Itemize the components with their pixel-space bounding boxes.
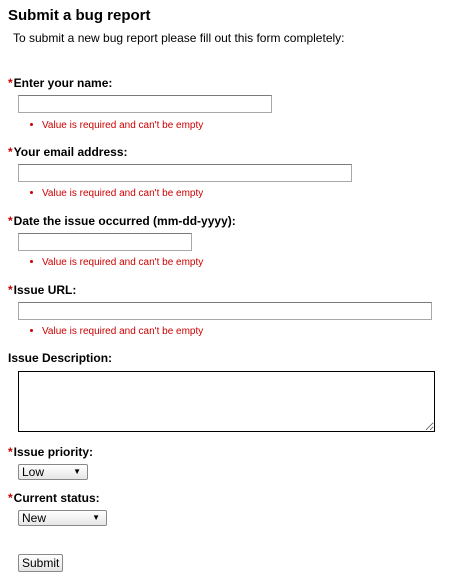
name-error-text: Value is required and can't be empty xyxy=(42,120,204,131)
name-label: *Enter your name: xyxy=(8,76,112,90)
date-label: *Date the issue occurred (mm-dd-yyyy): xyxy=(8,214,236,228)
date-error-text: Value is required and can't be empty xyxy=(42,257,204,268)
description-textarea[interactable] xyxy=(18,371,435,432)
email-label-text: Your email address: xyxy=(13,145,128,159)
date-label-text: Date the issue occurred (mm-dd-yyyy): xyxy=(13,214,236,228)
date-error: Value is required and can't be empty xyxy=(30,257,203,268)
required-marker: * xyxy=(8,76,13,90)
url-label-text: Issue URL: xyxy=(13,283,77,297)
submit-button[interactable]: Submit xyxy=(18,554,64,572)
email-error: Value is required and can't be empty xyxy=(30,188,203,199)
bullet-icon xyxy=(30,122,33,126)
name-error: Value is required and can't be empty xyxy=(30,120,203,131)
description-label-text: Issue Description: xyxy=(8,351,113,365)
email-label: *Your email address: xyxy=(8,145,128,159)
status-label: *Current status: xyxy=(8,491,100,505)
description-label: Issue Description: xyxy=(8,351,112,365)
email-input[interactable] xyxy=(18,164,352,182)
priority-label-text: Issue priority: xyxy=(13,445,94,459)
required-marker: * xyxy=(8,145,13,159)
form-intro: To submit a new bug report please fill o… xyxy=(13,31,345,45)
required-marker: * xyxy=(8,491,13,505)
status-selected-value: New xyxy=(22,511,47,525)
required-marker: * xyxy=(8,283,13,297)
status-label-text: Current status: xyxy=(13,491,100,505)
url-label: *Issue URL: xyxy=(8,283,76,297)
form-title: Submit a bug report xyxy=(8,7,151,24)
url-error-text: Value is required and can't be empty xyxy=(42,326,204,337)
bullet-icon xyxy=(30,259,33,263)
priority-selected-value: Low xyxy=(22,465,45,479)
chevron-down-icon: ▼ xyxy=(73,467,81,476)
name-label-text: Enter your name: xyxy=(13,76,113,90)
chevron-down-icon: ▼ xyxy=(92,513,100,522)
url-input[interactable] xyxy=(18,302,432,320)
bullet-icon xyxy=(30,328,33,332)
email-error-text: Value is required and can't be empty xyxy=(42,188,204,199)
name-input[interactable] xyxy=(18,95,272,113)
priority-select[interactable]: Low ▼ xyxy=(18,464,88,480)
date-input[interactable] xyxy=(18,233,192,251)
required-marker: * xyxy=(8,445,13,459)
status-select[interactable]: New ▼ xyxy=(18,510,107,526)
url-error: Value is required and can't be empty xyxy=(30,326,203,337)
priority-label: *Issue priority: xyxy=(8,445,93,459)
bullet-icon xyxy=(30,190,33,194)
required-marker: * xyxy=(8,214,13,228)
